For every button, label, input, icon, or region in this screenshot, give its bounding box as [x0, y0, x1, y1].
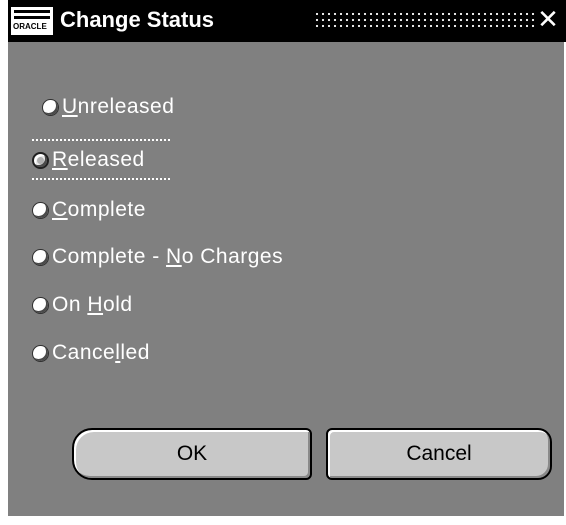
- radio-button-icon: [32, 201, 49, 219]
- radio-cancelled[interactable]: Cancelled: [32, 338, 150, 368]
- radio-button-icon: [32, 344, 49, 362]
- radio-label-on-hold: On Hold: [52, 293, 133, 316]
- ok-button[interactable]: OK: [72, 428, 312, 480]
- radio-button-icon: [32, 296, 49, 314]
- radio-button-icon: [32, 248, 49, 266]
- oracle-app-icon: ORACLE: [10, 6, 54, 36]
- dialog-body: Unreleased Released Complete Complete - …: [8, 42, 564, 516]
- radio-button-icon: [42, 98, 59, 116]
- change-status-dialog: ORACLE Change Status ✕ Unreleased Releas…: [8, 0, 566, 516]
- radio-button-selected-icon: [32, 151, 49, 169]
- radio-complete-no-charges[interactable]: Complete - No Charges: [32, 242, 283, 272]
- radio-complete[interactable]: Complete: [32, 195, 146, 225]
- cancel-button[interactable]: Cancel: [326, 428, 552, 480]
- focus-indicator-bottom: [32, 178, 170, 180]
- close-icon[interactable]: ✕: [534, 6, 562, 34]
- app-icon-text: ORACLE: [13, 22, 47, 31]
- radio-unreleased[interactable]: Unreleased: [42, 92, 174, 122]
- radio-label-unreleased: Unreleased: [62, 95, 175, 118]
- focus-indicator-top: [32, 139, 170, 141]
- radio-label-released: Released: [52, 148, 145, 171]
- title-bar-texture: [314, 11, 536, 29]
- radio-label-complete: Complete: [52, 198, 146, 221]
- radio-on-hold[interactable]: On Hold: [32, 290, 133, 320]
- radio-label-complete-no-charges: Complete - No Charges: [52, 245, 284, 268]
- window-title: Change Status: [60, 7, 215, 32]
- radio-released[interactable]: Released: [32, 145, 145, 175]
- title-bar[interactable]: ORACLE Change Status ✕: [8, 0, 566, 42]
- radio-label-cancelled: Cancelled: [52, 341, 150, 364]
